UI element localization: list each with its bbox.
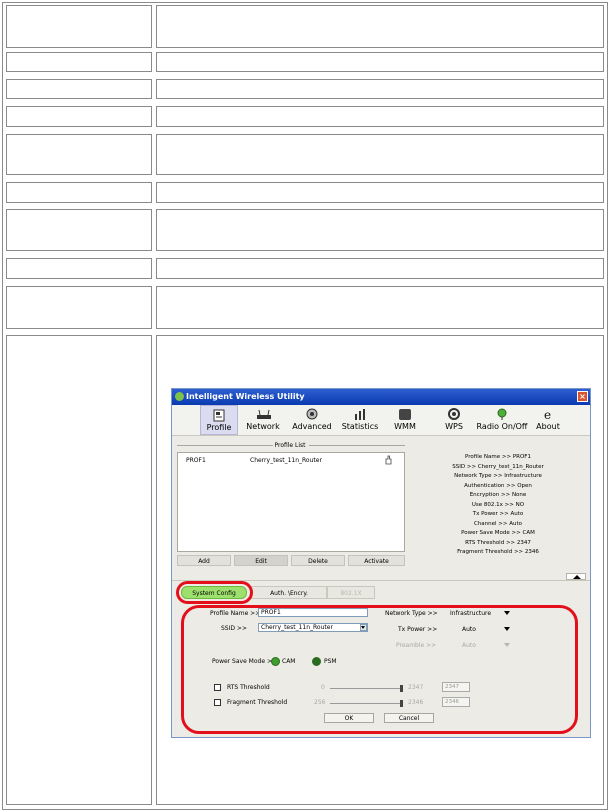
title-bar: Intelligent Wireless Utility ×	[172, 389, 590, 405]
hand-icon	[384, 455, 393, 469]
toolbar-statistics[interactable]: Statistics	[340, 405, 380, 435]
toolbar-label: Advanced	[292, 422, 332, 431]
profile-buttons: Add Edit Delete Activate	[177, 555, 405, 566]
toolbar-label: Radio On/Off	[476, 422, 528, 431]
wireless-utility-window: Intelligent Wireless Utility × Profile N…	[171, 388, 591, 738]
profile-ssid-cell: Cherry_test_11n_Router	[250, 457, 322, 464]
table-row	[6, 209, 604, 251]
table-row	[6, 286, 604, 329]
table-row	[6, 52, 604, 72]
wps-icon	[447, 408, 461, 421]
wmm-icon	[398, 408, 412, 421]
highlight-ring	[176, 581, 253, 604]
statistics-icon	[353, 408, 367, 421]
toolbar-advanced[interactable]: Advanced	[290, 405, 334, 435]
table-row	[6, 134, 604, 175]
toolbar-label: WPS	[445, 422, 463, 431]
profile-name-cell: PROF1	[186, 457, 206, 464]
toolbar-radio[interactable]: Radio On/Off	[475, 405, 529, 435]
profile-icon	[212, 409, 226, 422]
table-row	[6, 182, 604, 203]
info-power-save: Power Save Mode >> CAM	[461, 530, 535, 536]
toolbar-about[interactable]: e About	[534, 405, 562, 435]
about-icon: e	[541, 408, 555, 422]
info-network-type: Network Type >> Infrastructure	[454, 473, 542, 479]
toolbar-wps[interactable]: WPS	[440, 405, 468, 435]
svg-text:e: e	[544, 408, 551, 421]
toolbar-profile[interactable]: Profile	[200, 405, 238, 435]
activate-button[interactable]: Activate	[348, 555, 405, 566]
toolbar-wmm[interactable]: WMM	[390, 405, 420, 435]
info-ssid: SSID >> Cherry_test_11n_Router	[452, 463, 544, 470]
info-rts: RTS Threshold >> 2347	[465, 539, 531, 546]
profile-info: Profile Name >> PROF1 SSID >> Cherry_tes…	[408, 453, 588, 558]
profile-list[interactable]: PROF1 Cherry_test_11n_Router	[177, 452, 405, 552]
toolbar-network[interactable]: Network	[244, 405, 282, 435]
router-icon	[256, 408, 271, 421]
close-button[interactable]: ×	[577, 391, 588, 402]
info-profile-name: Profile Name >> PROF1	[465, 454, 531, 460]
window-title: Intelligent Wireless Utility	[186, 392, 305, 401]
toolbar-label: WMM	[394, 422, 416, 431]
toolbar: Profile Network Advanced Statistics WMM …	[172, 405, 590, 436]
table-row	[6, 5, 604, 48]
edit-button[interactable]: Edit	[234, 555, 288, 566]
toolbar-label: About	[536, 422, 560, 431]
add-button[interactable]: Add	[177, 555, 231, 566]
info-authentication: Authentication >> Open	[464, 482, 532, 489]
advanced-icon	[305, 408, 319, 421]
divider	[309, 445, 405, 446]
list-item[interactable]: PROF1 Cherry_test_11n_Router	[180, 455, 402, 466]
radio-icon	[495, 408, 509, 421]
info-channel: Channel >> Auto	[473, 520, 523, 527]
app-logo-icon	[175, 392, 184, 401]
info-encryption: Encryption >> None	[469, 492, 527, 498]
toolbar-label: Network	[246, 422, 280, 431]
info-8021x: Use 802.1x >> NO	[471, 501, 525, 508]
table-row	[6, 79, 604, 99]
table-row	[6, 258, 604, 279]
table-row	[6, 106, 604, 127]
tab-8021x[interactable]: 802.1X	[327, 586, 375, 599]
toolbar-label: Profile	[206, 423, 232, 432]
collapse-arrow-button[interactable]	[566, 573, 586, 580]
info-fragment: Fragment Threshold >> 2346	[457, 549, 539, 555]
tab-auth-encry[interactable]: Auth. \Encry.	[251, 586, 327, 599]
info-tx-power: Tx Power >> Auto	[472, 511, 524, 517]
toolbar-label: Statistics	[341, 422, 379, 431]
highlight-ring	[181, 605, 578, 734]
delete-button[interactable]: Delete	[291, 555, 345, 566]
